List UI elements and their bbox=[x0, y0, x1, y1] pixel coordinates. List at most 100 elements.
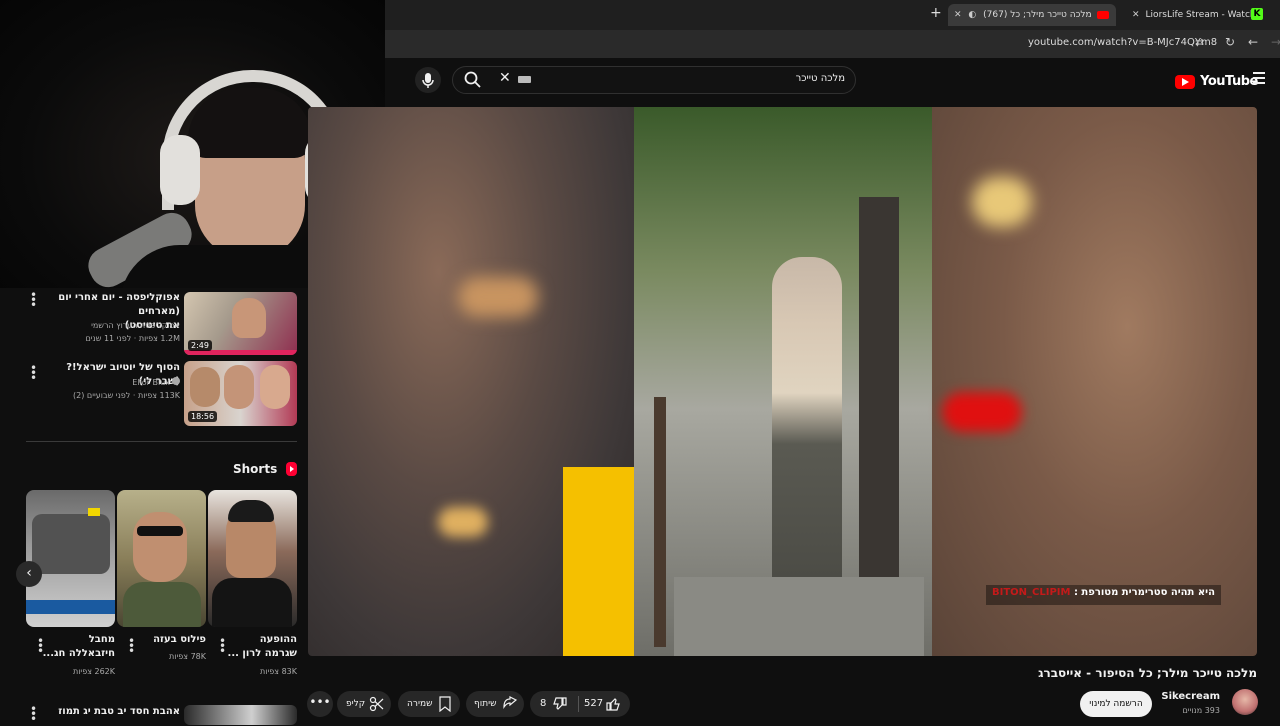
like-button[interactable]: 527 bbox=[580, 691, 630, 717]
mute-icon[interactable]: ◐ bbox=[968, 10, 976, 20]
video-panel-center bbox=[634, 107, 932, 656]
more-options-button[interactable]: • • • bbox=[30, 362, 37, 384]
video-meta: 113K צפיות · לפני שבועיים (2) bbox=[73, 391, 180, 400]
steps bbox=[674, 577, 924, 656]
search-input[interactable]: מלכה טייכר bbox=[560, 73, 845, 84]
new-tab-button[interactable]: + bbox=[930, 5, 942, 21]
short-title[interactable]: ההופעה שגרמה לרון ... bbox=[220, 633, 297, 661]
person-figure bbox=[260, 365, 290, 409]
channel-name[interactable]: Sikecream bbox=[1150, 691, 1220, 702]
url-field[interactable]: youtube.com/watch?v=B-MJc74QYm8 bbox=[1028, 37, 1217, 48]
close-icon[interactable]: ✕ bbox=[954, 10, 962, 20]
more-horizontal-icon: ••• bbox=[309, 695, 331, 709]
scroll-left-button[interactable]: ‹ bbox=[16, 561, 42, 587]
clip-label: קליפ bbox=[346, 699, 366, 709]
tab-youtube-video[interactable]: ✕ ◐ (767) מלכה טייכר מילר; כל bbox=[948, 4, 1116, 26]
site-settings-icon[interactable]: ⇄ bbox=[1195, 36, 1204, 49]
thumbs-up-icon bbox=[606, 698, 620, 711]
menu-icon[interactable] bbox=[1253, 72, 1265, 84]
sunglasses-shape bbox=[137, 526, 183, 536]
channel-name[interactable]: אפוקליפסה הערוץ הרשמי bbox=[40, 321, 180, 330]
divider bbox=[26, 441, 297, 442]
short-thumbnail[interactable] bbox=[208, 490, 297, 627]
reload-icon[interactable]: ↻ bbox=[1225, 35, 1235, 49]
logo-text: YouTube bbox=[1200, 74, 1258, 89]
shirt-shape bbox=[123, 582, 201, 627]
forward-icon[interactable]: → bbox=[1271, 35, 1280, 49]
yellow-block bbox=[563, 467, 634, 656]
dislike-count: 8 bbox=[540, 698, 547, 709]
shorts-icon bbox=[286, 461, 298, 476]
address-bar: youtube.com/watch?v=B-MJc74QYm8 ⇄ ↻ ← → bbox=[385, 30, 1280, 58]
video-title: מלכה טייכר מילר; כל הסיפור - אייסברג bbox=[1038, 666, 1257, 680]
share-icon bbox=[503, 696, 518, 709]
save-button[interactable]: שמירה bbox=[398, 691, 460, 717]
caption-strip bbox=[26, 600, 115, 614]
short-title[interactable]: מחבל חיזבאללה חג... bbox=[40, 633, 115, 661]
back-icon[interactable]: ← bbox=[1248, 35, 1258, 49]
dislike-button[interactable]: 8 bbox=[534, 691, 578, 717]
caption-text: היא תהיה סטרימרית מטורפת : bbox=[1073, 587, 1215, 598]
video-panel-left bbox=[308, 107, 634, 656]
video-thumbnail[interactable]: 2:49 bbox=[184, 292, 297, 355]
microphone-icon bbox=[422, 73, 434, 88]
blur-shape bbox=[972, 177, 1032, 227]
shorts-header: Shorts bbox=[233, 458, 298, 476]
short-views: 83K צפיות bbox=[260, 667, 297, 676]
divider bbox=[578, 696, 579, 712]
keyboard-icon[interactable] bbox=[518, 76, 531, 83]
video-player[interactable]: היא תהיה סטרימרית מטורפת : BITON_CLIPIM bbox=[308, 107, 1257, 656]
railing bbox=[654, 397, 666, 647]
tree-trunk bbox=[859, 197, 899, 617]
flag-shape bbox=[88, 508, 100, 516]
video-thumbnail[interactable] bbox=[184, 705, 297, 725]
save-label: שמירה bbox=[407, 699, 433, 709]
close-icon[interactable]: ✕ bbox=[1132, 10, 1140, 20]
headphone-cup-left bbox=[160, 135, 200, 205]
red-light bbox=[942, 392, 1022, 432]
person-figure bbox=[190, 367, 220, 407]
search-button[interactable] bbox=[462, 69, 484, 95]
clip-button[interactable]: קליפ bbox=[337, 691, 391, 717]
browser-tab-bar: ✕LiorsLife Stream - Watch Live o K ✕ ◐ (… bbox=[385, 0, 1280, 30]
crowd-shape bbox=[32, 514, 110, 574]
voice-search-button[interactable] bbox=[415, 67, 441, 93]
tab-liorslife[interactable]: ✕LiorsLife Stream - Watch Live o bbox=[1132, 4, 1252, 26]
clear-search-icon[interactable]: ✕ bbox=[499, 70, 511, 86]
caption-tag: BITON_CLIPIM bbox=[992, 587, 1071, 598]
more-actions-button[interactable]: ••• bbox=[307, 691, 333, 717]
brand-k-icon: K bbox=[1251, 8, 1263, 20]
blur-shape bbox=[438, 507, 488, 537]
person-figure bbox=[224, 365, 254, 409]
more-options-button[interactable]: • • • bbox=[30, 289, 37, 311]
subscribe-button[interactable]: הרשמה למינוי bbox=[1080, 691, 1152, 717]
more-options-button[interactable]: • • • bbox=[128, 635, 135, 657]
share-label: שיתוף bbox=[474, 699, 497, 709]
subscriber-count: 393 מנויים bbox=[1182, 706, 1220, 715]
channel-avatar[interactable] bbox=[1232, 689, 1258, 715]
shorts-label: Shorts bbox=[233, 462, 278, 476]
share-button[interactable]: שיתוף bbox=[466, 691, 524, 717]
video-meta: 1.2M צפיות · לפני 11 שנים bbox=[85, 334, 180, 343]
thumbs-down-icon bbox=[553, 697, 567, 710]
video-thumbnail[interactable]: 18:56 bbox=[184, 361, 297, 426]
duration-badge: 2:49 bbox=[188, 340, 212, 351]
more-options-button[interactable]: • • • bbox=[219, 635, 226, 657]
short-title[interactable]: פילוס בעזה bbox=[130, 633, 206, 647]
bookmark-icon bbox=[439, 696, 451, 712]
video-title[interactable]: אהבת חסד יב טבת יג תמוז bbox=[40, 705, 180, 719]
short-thumbnail[interactable] bbox=[26, 490, 115, 627]
person-figure bbox=[772, 257, 842, 597]
search-icon bbox=[464, 71, 481, 88]
person-figure bbox=[133, 512, 187, 582]
channel-name[interactable]: Elior Blux bbox=[40, 377, 180, 387]
short-views: 262K צפיות bbox=[72, 667, 115, 676]
verified-icon bbox=[172, 377, 180, 385]
more-options-button[interactable]: • • • bbox=[37, 635, 44, 657]
scissors-icon bbox=[369, 696, 384, 712]
youtube-play-icon bbox=[1175, 74, 1195, 89]
youtube-favicon-icon bbox=[1097, 10, 1110, 19]
person-figure bbox=[232, 298, 266, 338]
youtube-logo[interactable]: YouTube bbox=[1175, 71, 1258, 89]
short-thumbnail[interactable] bbox=[117, 490, 206, 627]
